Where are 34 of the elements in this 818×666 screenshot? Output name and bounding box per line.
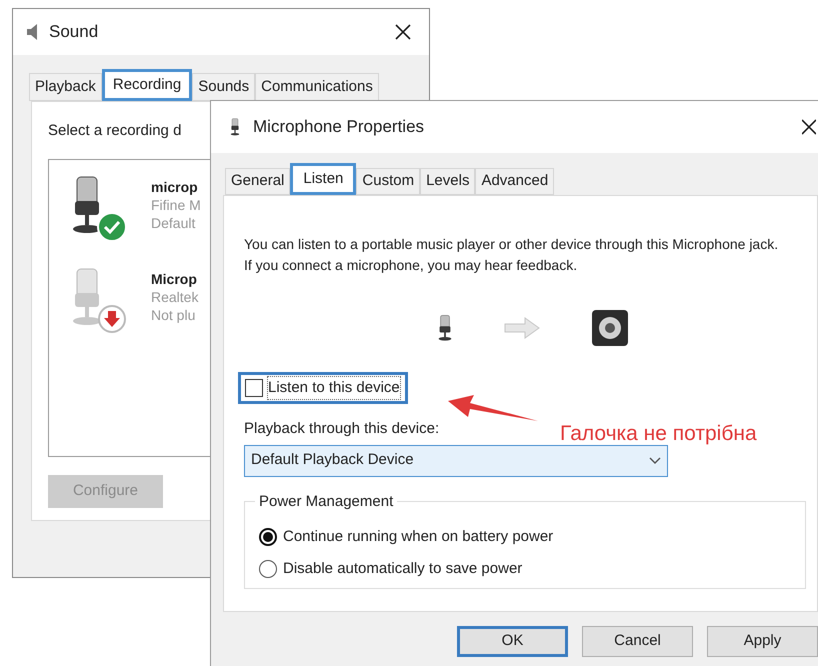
dialog-button[interactable]: Cancel bbox=[582, 626, 694, 657]
tab[interactable]: Communications bbox=[255, 73, 379, 101]
instruction-text: Select a recording d bbox=[48, 121, 182, 141]
tab[interactable]: Recording bbox=[102, 69, 192, 101]
window-title: Sound bbox=[49, 21, 98, 44]
close-icon[interactable] bbox=[802, 119, 816, 135]
device-status: Not plu bbox=[151, 306, 196, 324]
chevron-down-icon bbox=[649, 456, 661, 464]
radio-option[interactable]: Disable automatically to save power bbox=[259, 558, 522, 580]
device-status: Default bbox=[151, 214, 196, 232]
playback-label: Playback through this device: bbox=[244, 419, 440, 439]
dialog-title: Microphone Properties bbox=[253, 116, 424, 138]
device-name: Microp bbox=[151, 270, 198, 288]
playback-device-dropdown[interactable]: Default Playback Device bbox=[244, 444, 668, 476]
microphone-icon bbox=[229, 117, 241, 137]
tab[interactable]: General bbox=[225, 168, 290, 195]
dialog-button[interactable]: OK bbox=[457, 626, 568, 657]
tab[interactable]: Custom bbox=[356, 168, 420, 195]
device-driver: Fifine M bbox=[151, 196, 201, 214]
dialog-button[interactable]: Apply bbox=[707, 626, 818, 657]
tab[interactable]: Playback bbox=[29, 73, 102, 101]
tab[interactable]: Listen bbox=[290, 163, 356, 195]
radio-option[interactable]: Continue running when on battery power bbox=[259, 526, 554, 548]
right-arrow-icon bbox=[504, 317, 540, 339]
description-text: You can listen to a portable music player or other device through this Microphone jack. If you connect a microphone, you may hear feedback. bbox=[244, 235, 780, 275]
annotation-text: Галочка не потрібна bbox=[560, 421, 757, 447]
device-name: microp bbox=[151, 178, 199, 196]
tab[interactable]: Levels bbox=[420, 168, 476, 195]
listen-checkbox[interactable]: Listen to this device bbox=[238, 372, 408, 404]
device-driver: Realtek bbox=[151, 288, 198, 306]
speaker-icon bbox=[590, 308, 630, 348]
close-icon[interactable] bbox=[395, 24, 411, 40]
tab[interactable]: Sounds bbox=[192, 73, 256, 101]
tab[interactable]: Advanced bbox=[475, 168, 554, 195]
